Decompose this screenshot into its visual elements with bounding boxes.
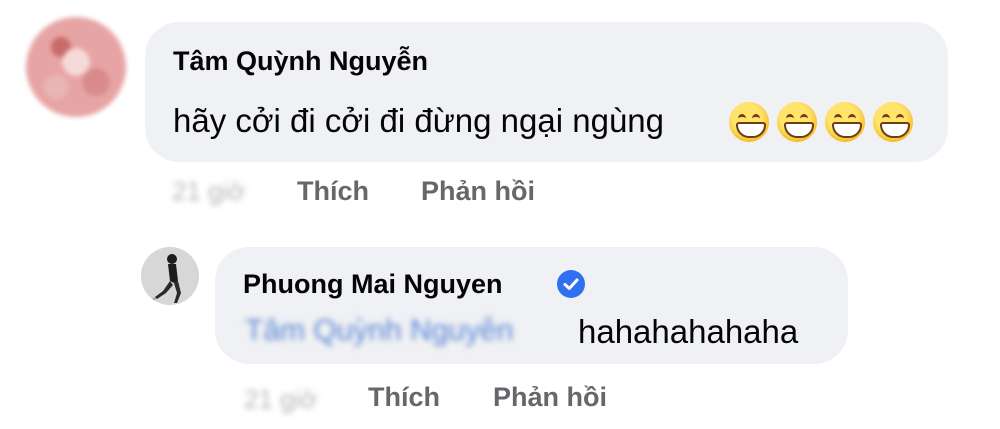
comment-bubble [145, 22, 948, 162]
comment-text: hãy cởi đi cởi đi đừng ngại ngùng [173, 102, 665, 139]
commenter-avatar[interactable] [26, 17, 126, 117]
grinning-face-emoji-icon [777, 102, 817, 142]
verified-badge-icon [557, 270, 585, 298]
comment-author-name[interactable]: Tâm Quỳnh Nguyễn [173, 45, 428, 77]
like-button[interactable]: Thích [368, 382, 440, 413]
grinning-face-emoji-icon [873, 102, 913, 142]
reply-author-name[interactable]: Phuong Mai Nguyen [243, 268, 503, 300]
reply-text: hahahahahaha [578, 313, 799, 350]
grinning-face-emoji-icon [825, 102, 865, 142]
grinning-face-emoji-icon [729, 102, 769, 142]
reply-button[interactable]: Phản hồi [421, 176, 535, 207]
comment-timestamp[interactable]: 21 giờ [172, 176, 245, 207]
reply-timestamp[interactable]: 21 giờ [244, 384, 317, 415]
reply-button[interactable]: Phản hồi [493, 382, 607, 413]
mention-tag[interactable]: Tâm Quỳnh Nguyễn [245, 316, 567, 346]
like-button[interactable]: Thích [297, 176, 369, 207]
person-photo-icon [141, 247, 199, 305]
reply-author-avatar[interactable] [141, 247, 199, 305]
